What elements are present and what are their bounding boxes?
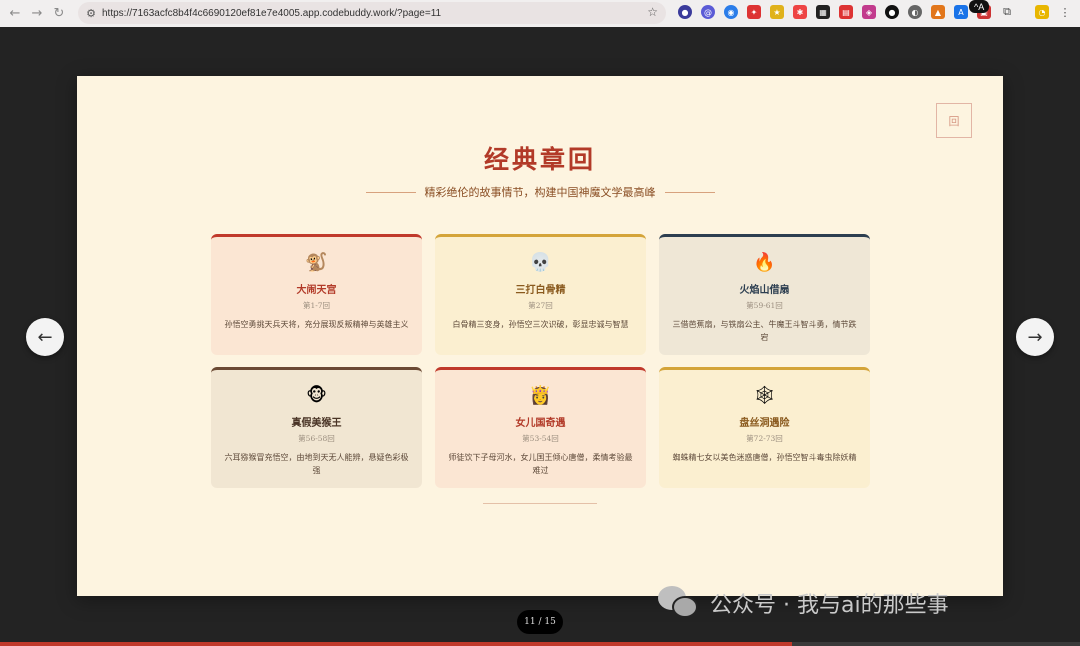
- reload-icon[interactable]: ↻: [48, 3, 70, 25]
- puzzle-icon[interactable]: ⧉: [1000, 5, 1014, 19]
- monkey-face-icon: 🐵: [306, 385, 327, 406]
- chapter-range: 第53-54回: [522, 434, 559, 443]
- chapter-card[interactable]: 🕸 盘丝洞遇险 第72-73回 蜘蛛精七女以美色迷惑唐僧，孙悟空智斗毒虫除妖精: [659, 367, 870, 488]
- corner-seal: 回: [936, 103, 972, 138]
- chapter-desc: 白骨精三变身，孙悟空三次识破，彰显忠诚与智慧: [452, 320, 629, 329]
- divider-left: [365, 191, 416, 193]
- url-text: https://7163acfc8b4f4c6690120ef81e7e4005…: [102, 7, 442, 19]
- forward-icon[interactable]: →: [26, 3, 48, 25]
- chapter-name: 火焰山借扇: [739, 285, 790, 296]
- chapter-card[interactable]: 🔥 火焰山借扇 第59-61回 三借芭蕉扇，与铁扇公主、牛魔王斗智斗勇，情节跌宕: [659, 234, 870, 355]
- extension-icon[interactable]: ●: [885, 5, 899, 19]
- chapter-name: 大闹天宫: [296, 285, 337, 296]
- extension-icon[interactable]: ▤: [839, 5, 853, 19]
- extension-icon[interactable]: ✦: [747, 5, 761, 19]
- chapter-range: 第1-7回: [302, 301, 331, 310]
- extension-icon[interactable]: ✱: [793, 5, 807, 19]
- chapter-range: 第59-61回: [746, 301, 783, 310]
- chapter-card[interactable]: 👸 女儿国奇遇 第53-54回 师徒饮下子母河水，女儿国王倾心唐僧，柔情考验最难…: [435, 367, 646, 488]
- browser-toolbar: ← → ↻ ⚙ https://7163acfc8b4f4c6690120ef8…: [0, 0, 1080, 27]
- slide-subtitle: 精彩绝伦的故事情节，构建中国神魔文学最高峰: [424, 186, 656, 199]
- chapter-desc: 三借芭蕉扇，与铁扇公主、牛魔王斗智斗勇，情节跌宕: [672, 320, 857, 342]
- chapter-desc: 师徒饮下子母河水，女儿国王倾心唐僧，柔情考验最难过: [448, 453, 633, 475]
- chapter-grid: 🐒 大闹天宫 第1-7回 孙悟空勇挑天兵天将，充分展现反叛精神与英雄主义 💀 三…: [211, 234, 870, 488]
- slide: 回 经典章回 精彩绝伦的故事情节，构建中国神魔文学最高峰 🐒 大闹天宫 第1-7…: [77, 76, 1003, 596]
- chapter-card[interactable]: 🐒 大闹天宫 第1-7回 孙悟空勇挑天兵天将，充分展现反叛精神与英雄主义: [211, 234, 422, 355]
- profile-avatar[interactable]: ◔: [1035, 5, 1049, 19]
- subtitle-row: 精彩绝伦的故事情节，构建中国神魔文学最高峰: [77, 184, 1003, 200]
- chapter-card[interactable]: 🐵 真假美猴王 第56-58回 六耳猕猴冒充悟空，由地到天无人能辨，悬疑色彩极强: [211, 367, 422, 488]
- address-bar[interactable]: ⚙ https://7163acfc8b4f4c6690120ef81e7e40…: [78, 2, 666, 24]
- chapter-range: 第56-58回: [298, 434, 335, 443]
- chapter-desc: 蜘蛛精七女以美色迷惑唐僧，孙悟空智斗毒虫除妖精: [672, 453, 857, 462]
- princess-icon: 👸: [529, 385, 552, 406]
- watermark: 公众号 · 我与ai的那些事: [658, 585, 949, 621]
- progress-bar: [0, 642, 1080, 646]
- progress-fill: [0, 642, 792, 646]
- fire-icon: 🔥: [753, 252, 776, 273]
- extension-icon[interactable]: @: [701, 5, 715, 19]
- extension-icon[interactable]: ▦: [816, 5, 830, 19]
- divider-right: [664, 191, 715, 193]
- slide-title: 经典章回: [483, 145, 596, 174]
- extension-icon[interactable]: ◐: [908, 5, 922, 19]
- chapter-name: 盘丝洞遇险: [739, 418, 790, 429]
- monkey-icon: 🐒: [305, 252, 328, 273]
- chapter-desc: 孙悟空勇挑天兵天将，充分展现反叛精神与英雄主义: [224, 320, 409, 329]
- chapter-name: 三打白骨精: [515, 285, 566, 296]
- watermark-text: 公众号 · 我与ai的那些事: [710, 593, 949, 618]
- wechat-icon: [658, 586, 700, 620]
- menu-kebab-icon[interactable]: ⋮: [1058, 5, 1072, 19]
- extension-icon[interactable]: ●: [678, 5, 692, 19]
- chapter-range: 第27回: [528, 301, 553, 310]
- page-indicator: 11 / 15: [517, 610, 563, 634]
- chapter-card[interactable]: 💀 三打白骨精 第27回 白骨精三变身，孙悟空三次识破，彰显忠诚与智慧: [435, 234, 646, 355]
- shortcut-tooltip: ^A: [969, 0, 990, 13]
- next-slide-button[interactable]: →: [1016, 318, 1054, 356]
- bottom-divider: [483, 503, 597, 504]
- site-settings-icon[interactable]: ⚙: [84, 6, 98, 20]
- spider-web-icon: 🕸: [753, 385, 776, 406]
- extension-icon[interactable]: ◈: [862, 5, 876, 19]
- extension-icon[interactable]: ◉: [724, 5, 738, 19]
- chapter-name: 女儿国奇遇: [515, 418, 566, 429]
- prev-slide-button[interactable]: ←: [26, 318, 64, 356]
- chapter-name: 真假美猴王: [291, 418, 342, 429]
- extension-icon[interactable]: ▲: [931, 5, 945, 19]
- extension-icon[interactable]: ★: [770, 5, 784, 19]
- bookmark-star-icon[interactable]: ☆: [647, 5, 658, 19]
- back-icon[interactable]: ←: [4, 3, 26, 25]
- skull-icon: 💀: [529, 252, 552, 273]
- chapter-range: 第72-73回: [746, 434, 783, 443]
- extension-icon[interactable]: A: [954, 5, 968, 19]
- chapter-desc: 六耳猕猴冒充悟空，由地到天无人能辨，悬疑色彩极强: [224, 453, 409, 475]
